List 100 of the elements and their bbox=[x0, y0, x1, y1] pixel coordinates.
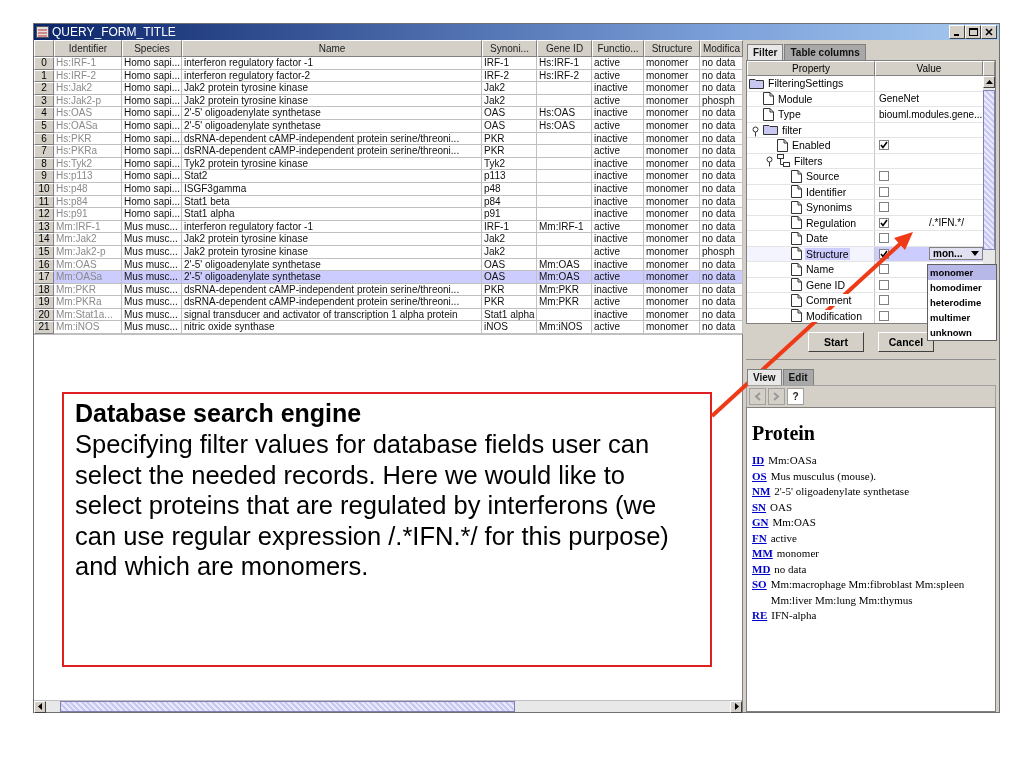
table-cell: Hs:p113 bbox=[54, 170, 122, 183]
checkbox[interactable] bbox=[879, 264, 889, 275]
table-row[interactable]: 7 Hs:PKRa Homo sapi... dsRNA-dependent cAMP-independent protein serine/threoni... PKR active monomer no data bbox=[34, 145, 742, 158]
property-row[interactable]: Synonims bbox=[747, 200, 983, 216]
table-cell: no data bbox=[700, 208, 743, 221]
table-cell: phosph bbox=[700, 245, 743, 259]
property-row[interactable]: FilteringSettings bbox=[747, 76, 983, 92]
table-cell: Mm:OAS bbox=[537, 271, 592, 284]
property-row[interactable]: Type biouml.modules.gene... bbox=[747, 107, 983, 123]
field-key-link[interactable]: FN bbox=[752, 530, 767, 546]
column-header[interactable]: Functio... bbox=[592, 40, 644, 57]
column-header[interactable]: Modifica bbox=[700, 40, 743, 57]
field-key-link[interactable]: SO bbox=[752, 577, 767, 608]
checkbox[interactable] bbox=[879, 202, 889, 213]
table-cell: Hs:OAS bbox=[54, 107, 122, 120]
table-cell: Mus musc... bbox=[122, 321, 182, 335]
column-header[interactable]: Synoni... bbox=[482, 40, 537, 57]
checkbox[interactable] bbox=[879, 233, 889, 244]
table-cell: monomer bbox=[644, 208, 700, 221]
column-header[interactable]: Gene ID bbox=[537, 40, 592, 57]
table-cell: Jak2 bbox=[482, 245, 537, 259]
table-cell: inactive bbox=[592, 208, 644, 221]
table-row[interactable]: 9 Hs:p113 Homo sapi... Stat2 p113 inactive monomer no data bbox=[34, 170, 742, 183]
tab[interactable]: Table columns bbox=[784, 44, 866, 60]
expand-handle-icon[interactable] bbox=[752, 126, 759, 138]
maximize-button[interactable] bbox=[965, 25, 981, 39]
checkbox[interactable] bbox=[879, 217, 889, 228]
horizontal-scrollbar[interactable] bbox=[34, 700, 742, 712]
column-header: Property bbox=[747, 61, 875, 76]
property-row[interactable]: Enabled bbox=[747, 138, 983, 154]
table-cell: no data bbox=[700, 182, 743, 196]
field-key-link[interactable]: MD bbox=[752, 561, 771, 577]
table-cell: Hs:OAS bbox=[537, 119, 592, 133]
column-header[interactable]: Name bbox=[182, 40, 482, 57]
table-cell: active bbox=[592, 145, 644, 158]
property-row[interactable]: Date bbox=[747, 231, 983, 247]
expand-handle-icon[interactable] bbox=[766, 156, 773, 168]
property-row[interactable]: Source bbox=[747, 169, 983, 185]
table-row[interactable]: 12 Hs:p91 Homo sapi... Stat1 alpha p91 inactive monomer no data bbox=[34, 208, 742, 221]
page-icon bbox=[791, 247, 802, 261]
table-cell: no data bbox=[700, 233, 743, 246]
column-header[interactable]: Identifier bbox=[54, 40, 122, 57]
table-cell: Hs:PKRa bbox=[54, 145, 122, 158]
row-number: 2 bbox=[34, 82, 54, 95]
checkbox[interactable] bbox=[879, 186, 889, 197]
table-cell: Mus musc... bbox=[122, 271, 182, 284]
help-button[interactable]: ? bbox=[787, 388, 804, 405]
table-cell: monomer bbox=[644, 321, 700, 335]
column-header[interactable]: Species bbox=[122, 40, 182, 57]
checkbox[interactable] bbox=[879, 140, 889, 151]
row-number: 0 bbox=[34, 57, 54, 70]
table-row[interactable]: 4 Hs:OAS Homo sapi... 2'-5' oligoadenylate synthetase OAS Hs:OAS inactive monomer no data bbox=[34, 107, 742, 120]
table-cell: inactive bbox=[592, 233, 644, 246]
field-key-link[interactable]: MM bbox=[752, 546, 773, 562]
checkbox[interactable] bbox=[879, 248, 889, 259]
checkbox[interactable] bbox=[879, 295, 889, 306]
checkbox[interactable] bbox=[879, 279, 889, 290]
table-cell: no data bbox=[700, 82, 743, 95]
table-cell: Mm:iNOS bbox=[54, 321, 122, 335]
property-label: Type bbox=[777, 108, 802, 121]
table-row[interactable]: 21 Mm:iNOS Mus musc... nitric oxide synthase iNOS Mm:iNOS active monomer no data bbox=[34, 321, 742, 335]
field-key-link[interactable]: OS bbox=[752, 468, 767, 484]
table-cell: monomer bbox=[644, 245, 700, 259]
tab[interactable]: Filter bbox=[747, 44, 784, 60]
field-key-link[interactable]: RE bbox=[752, 608, 768, 624]
close-button[interactable] bbox=[981, 25, 997, 39]
row-number: 12 bbox=[34, 208, 54, 221]
table-row[interactable]: 17 Mm:OASa Mus musc... 2'-5' oligoadenylate synthetase OAS Mm:OAS active monomer no data bbox=[34, 271, 742, 284]
table-row[interactable]: 14 Mm:Jak2 Mus musc... Jak2 protein tyrosine kinase Jak2 inactive monomer no data bbox=[34, 233, 742, 246]
row-number: 17 bbox=[34, 271, 54, 284]
table-cell: Homo sapi... bbox=[122, 208, 182, 221]
tab[interactable]: View bbox=[747, 369, 782, 385]
close-icon bbox=[985, 28, 993, 36]
checkbox[interactable] bbox=[879, 171, 889, 182]
table-cell: Homo sapi... bbox=[122, 119, 182, 133]
structure-dropdown[interactable]: mon... bbox=[929, 247, 983, 261]
dropdown-option[interactable]: monomer bbox=[928, 265, 996, 280]
page-icon bbox=[791, 231, 802, 245]
field-value: IFN-alpha bbox=[771, 608, 818, 623]
page-icon bbox=[791, 169, 802, 183]
checkbox[interactable] bbox=[879, 310, 889, 321]
table-cell: Mus musc... bbox=[122, 245, 182, 259]
field-key-link[interactable]: GN bbox=[752, 515, 769, 531]
column-header[interactable]: Structure bbox=[644, 40, 700, 57]
table-cell: Mm:Jak2 bbox=[54, 233, 122, 246]
table-row[interactable]: 2 Hs:Jak2 Homo sapi... Jak2 protein tyrosine kinase Jak2 inactive monomer no data bbox=[34, 82, 742, 95]
table-cell: Homo sapi... bbox=[122, 145, 182, 158]
field-key-link[interactable]: ID bbox=[752, 453, 765, 469]
field-key-link[interactable]: SN bbox=[752, 499, 767, 515]
table-row[interactable]: 0 Hs:IRF-1 Homo sapi... interferon regulatory factor -1 IRF-1 Hs:IRF-1 active monomer no data bbox=[34, 57, 742, 70]
tab[interactable]: Edit bbox=[782, 369, 814, 385]
table-cell: Homo sapi... bbox=[122, 182, 182, 196]
back-icon bbox=[754, 392, 761, 401]
table-cell: Mm:iNOS bbox=[537, 321, 592, 335]
minimize-button[interactable] bbox=[949, 25, 965, 39]
field-key-link[interactable]: NM bbox=[752, 484, 771, 500]
column-header: Value bbox=[875, 61, 983, 76]
start-button[interactable]: Start bbox=[808, 331, 864, 352]
table-cell: 2'-5' oligoadenylate synthetase bbox=[182, 119, 482, 133]
table-row[interactable]: 19 Mm:PKRa Mus musc... dsRNA-dependent cAMP-independent protein serine/threoni... PKR Mm:PKR active monomer no data bbox=[34, 296, 742, 309]
